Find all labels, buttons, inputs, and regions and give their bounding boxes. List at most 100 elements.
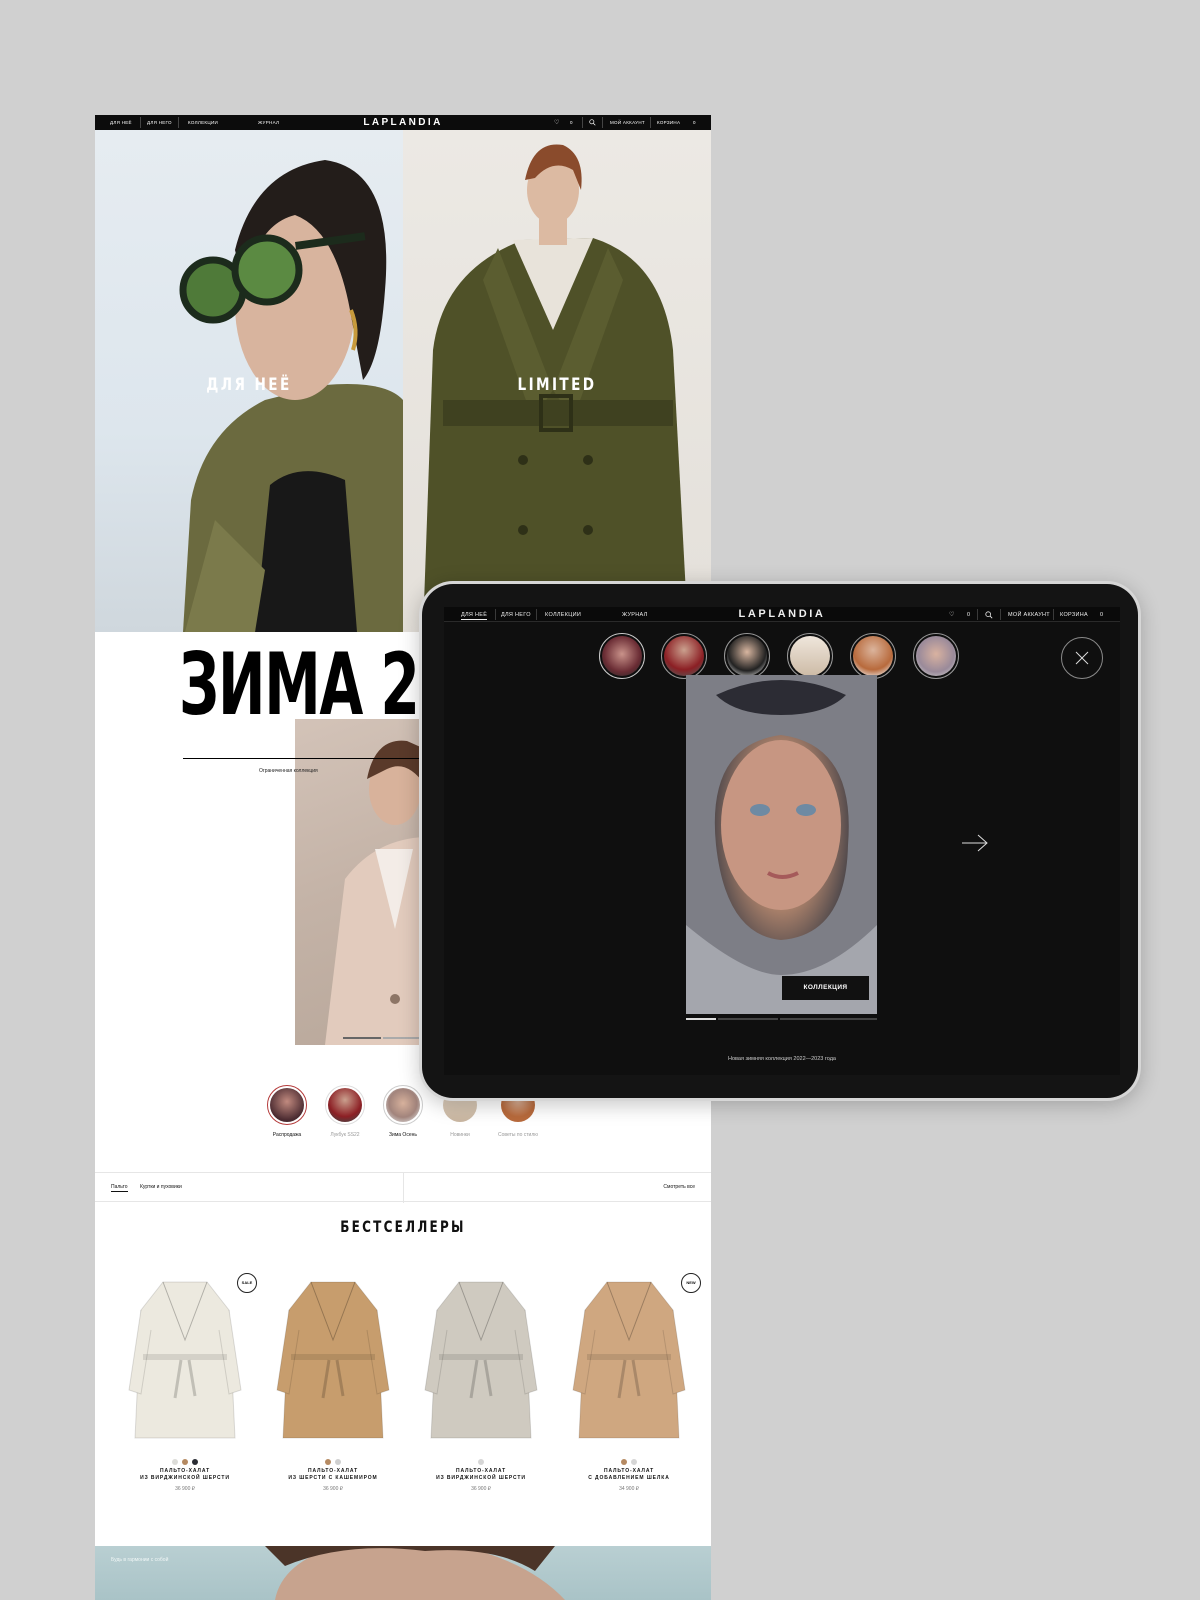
- story-avatar: [383, 1085, 423, 1125]
- filter-tab-jackets[interactable]: Куртки и пуховики: [140, 1184, 182, 1190]
- story-thumb[interactable]: [787, 633, 833, 679]
- nav-divider: [178, 117, 179, 128]
- color-swatch[interactable]: [172, 1459, 178, 1465]
- nav-link-for-her[interactable]: ДЛЯ НЕЁ: [110, 120, 132, 125]
- nav-link-cart[interactable]: КОРЗИНА: [1060, 612, 1088, 618]
- coat-shape: [587, 1354, 671, 1360]
- story-fur-hood-image: [686, 675, 877, 1014]
- product-price: 36 900 ₽: [471, 1486, 491, 1492]
- hero-limited[interactable]: LIMITED: [403, 130, 711, 632]
- hero-caption-limited: LIMITED: [517, 375, 597, 395]
- search-icon[interactable]: [985, 611, 993, 621]
- zima-underline: [183, 758, 423, 759]
- coat-shape: [291, 1354, 375, 1360]
- color-swatch[interactable]: [182, 1459, 188, 1465]
- product-card[interactable]: SALE ПАЛЬТО-ХАЛАТ ИЗ ВИРДЖИНСКОЙ ШЕРСТИ 3…: [111, 1270, 259, 1492]
- tablet-bezel: ДЛЯ НЕЁ ДЛЯ НЕГО КОЛЛЕКЦИИ ЖУРНАЛ LAPLAN…: [422, 584, 1138, 1098]
- sale-badge: SALE: [237, 1273, 257, 1293]
- product-price: 36 900 ₽: [323, 1486, 343, 1492]
- nav-divider: [140, 117, 141, 128]
- product-name[interactable]: ПАЛЬТО-ХАЛАТ ИЗ ШЕРСТИ С КАШЕМИРОМ: [259, 1468, 407, 1482]
- wishlist-count: 0: [570, 120, 573, 125]
- nav-link-account[interactable]: МОЙ АККАУНТ: [1008, 612, 1050, 618]
- story-label: Лукбук SS22: [330, 1132, 360, 1138]
- category-filter-bar: Пальто Куртки и пуховики Смотреть все: [95, 1172, 711, 1203]
- story-thumb[interactable]: [661, 633, 707, 679]
- story-thumb[interactable]: [850, 633, 896, 679]
- product-card[interactable]: NEW ПАЛЬТО-ХАЛАТ С ДОБАВЛЕНИЕМ ШЕЛКА 34 9…: [555, 1270, 703, 1492]
- brand-logo[interactable]: LAPLANDIA: [345, 117, 461, 128]
- arrow-right-icon: [962, 834, 988, 852]
- story-thumb[interactable]: [913, 633, 959, 679]
- nav-link-collections[interactable]: КОЛЛЕКЦИИ: [545, 612, 581, 618]
- story-label: Распродажа: [272, 1132, 302, 1138]
- bottom-banner[interactable]: Будь в гармонии с собой: [95, 1546, 711, 1600]
- product-name[interactable]: ПАЛЬТО-ХАЛАТ С ДОБАВЛЕНИЕМ ШЕЛКА: [555, 1468, 703, 1482]
- nav-link-collections[interactable]: КОЛЛЕКЦИИ: [188, 120, 218, 125]
- collection-button[interactable]: КОЛЛЕКЦИЯ: [782, 976, 869, 1000]
- color-swatches[interactable]: [555, 1452, 703, 1465]
- story-progress: [718, 1018, 778, 1020]
- nav-divider: [650, 117, 651, 128]
- story-thumb-active[interactable]: [599, 633, 645, 679]
- color-swatches[interactable]: [259, 1452, 407, 1465]
- color-swatch[interactable]: [478, 1459, 484, 1465]
- product-name[interactable]: ПАЛЬТО-ХАЛАТ ИЗ ВИРДЖИНСКОЙ ШЕРСТИ: [111, 1468, 259, 1482]
- slider-progress: [383, 1037, 421, 1039]
- story-label: Зима Осень: [389, 1132, 417, 1138]
- color-swatches[interactable]: [407, 1452, 555, 1465]
- filter-tab-coats[interactable]: Пальто: [111, 1184, 128, 1192]
- product-image: [259, 1270, 407, 1450]
- story-progress: [780, 1018, 877, 1020]
- color-swatch[interactable]: [621, 1459, 627, 1465]
- nav-link-for-her[interactable]: ДЛЯ НЕЁ: [461, 612, 488, 620]
- nav-link-journal[interactable]: ЖУРНАЛ: [622, 612, 648, 618]
- product-image: [555, 1270, 703, 1450]
- tablet-device: ДЛЯ НЕЁ ДЛЯ НЕГО КОЛЛЕКЦИИ ЖУРНАЛ LAPLAN…: [419, 581, 1141, 1101]
- product-name[interactable]: ПАЛЬТО-ХАЛАТ ИЗ ВИРДЖИНСКОЙ ШЕРСТИ: [407, 1468, 555, 1482]
- close-icon: [1075, 651, 1089, 665]
- hero-caption-for-her: ДЛЯ НЕЁ: [206, 375, 292, 395]
- nav-divider: [582, 117, 583, 128]
- color-swatch[interactable]: [325, 1459, 331, 1465]
- nav-link-account[interactable]: МОЙ АККАУНТ: [610, 120, 645, 125]
- filter-divider: [403, 1173, 404, 1203]
- heart-icon[interactable]: ♡: [554, 119, 560, 126]
- nav-link-journal[interactable]: ЖУРНАЛ: [258, 120, 279, 125]
- story-caption: Новая зимняя коллекция 2022—2023 года: [728, 1056, 836, 1062]
- next-story-button[interactable]: [960, 833, 990, 858]
- color-swatches[interactable]: [111, 1452, 259, 1465]
- cart-count: 0: [693, 120, 696, 125]
- story-label: Новинки: [450, 1132, 470, 1138]
- hero-for-her[interactable]: ДЛЯ НЕЁ: [95, 130, 403, 632]
- product-card[interactable]: ПАЛЬТО-ХАЛАТ ИЗ ВИРДЖИНСКОЙ ШЕРСТИ 36 900…: [407, 1270, 555, 1492]
- nav-divider: [495, 609, 496, 620]
- story-thumb[interactable]: [724, 633, 770, 679]
- brand-logo[interactable]: LAPLANDIA: [718, 608, 846, 620]
- nav-link-for-him[interactable]: ДЛЯ НЕГО: [501, 612, 531, 618]
- story-avatar: [325, 1085, 365, 1125]
- top-navigation: ДЛЯ НЕЁ ДЛЯ НЕГО КОЛЛЕКЦИИ ЖУРНАЛ LAPLAN…: [95, 115, 711, 130]
- product-price: 34 900 ₽: [619, 1486, 639, 1492]
- close-button[interactable]: [1061, 637, 1103, 679]
- banner-model-image: [265, 1546, 565, 1600]
- slider-progress-active: [343, 1037, 381, 1039]
- tablet-top-navigation: ДЛЯ НЕЁ ДЛЯ НЕГО КОЛЛЕКЦИИ ЖУРНАЛ LAPLAN…: [444, 607, 1120, 622]
- color-swatch[interactable]: [631, 1459, 637, 1465]
- color-swatch[interactable]: [335, 1459, 341, 1465]
- see-all-link[interactable]: Смотреть все: [663, 1184, 695, 1190]
- story-sale[interactable]: Распродажа: [264, 1085, 310, 1138]
- coat-shape: [439, 1354, 523, 1360]
- story-lookbook[interactable]: Лукбук SS22: [322, 1085, 368, 1138]
- zima-subtitle: Ограниченная коллекция: [259, 768, 318, 774]
- story-zima-osen[interactable]: Зима Осень: [380, 1085, 426, 1138]
- nav-link-for-him[interactable]: ДЛЯ НЕГО: [147, 120, 172, 125]
- story-viewer-card[interactable]: КОЛЛЕКЦИЯ: [686, 675, 877, 1014]
- tablet-screen: ДЛЯ НЕЁ ДЛЯ НЕГО КОЛЛЕКЦИИ ЖУРНАЛ LAPLAN…: [444, 607, 1120, 1075]
- search-icon[interactable]: [589, 119, 596, 128]
- product-card[interactable]: ПАЛЬТО-ХАЛАТ ИЗ ШЕРСТИ С КАШЕМИРОМ 36 900…: [259, 1270, 407, 1492]
- color-swatch[interactable]: [192, 1459, 198, 1465]
- nav-link-cart[interactable]: КОРЗИНА: [657, 120, 680, 125]
- heart-icon[interactable]: ♡: [949, 611, 955, 618]
- product-image: [111, 1270, 259, 1450]
